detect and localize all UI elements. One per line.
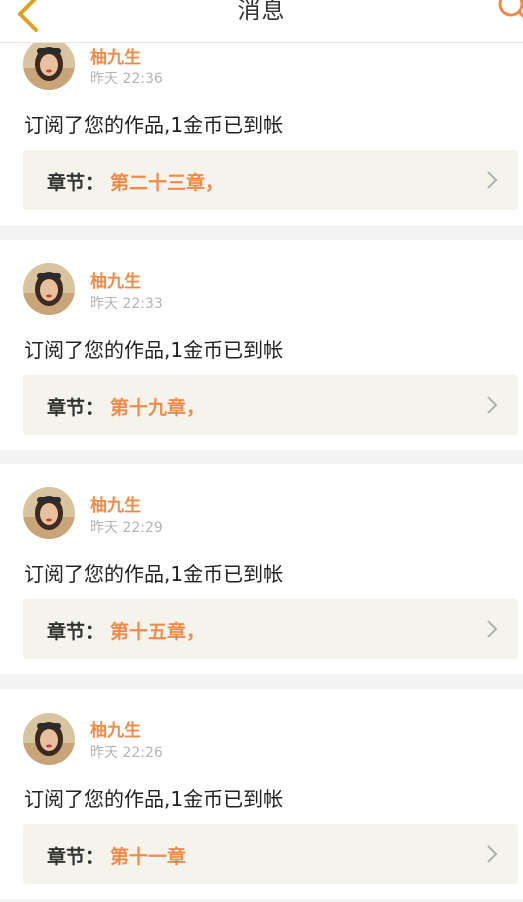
- chapter-label: 章节：: [47, 621, 105, 643]
- chapter-link[interactable]: 章节： 第二十三章，: [23, 150, 518, 210]
- chapter-link[interactable]: 章节： 第十九章，: [23, 375, 518, 435]
- avatar-image: [23, 38, 75, 90]
- top-bar: 消息: [0, 0, 523, 43]
- chapter-label: 章节：: [47, 846, 105, 868]
- chapter-label: 章节：: [47, 172, 105, 194]
- chevron-right-icon: [487, 845, 498, 863]
- search-icon: [498, 0, 523, 19]
- timestamp: 昨天 22:29: [90, 520, 163, 536]
- chevron-right-icon: [487, 620, 498, 638]
- message-text: 订阅了您的作品,1金币已到帐: [24, 113, 284, 137]
- sender-name[interactable]: 柚九生: [90, 716, 141, 741]
- avatar[interactable]: [23, 38, 75, 90]
- sender-name[interactable]: 柚九生: [90, 267, 141, 292]
- message-text: 订阅了您的作品,1金币已到帐: [24, 787, 284, 811]
- chevron-right-icon: [487, 171, 498, 189]
- search-button[interactable]: [495, 0, 523, 24]
- chapter-link[interactable]: 章节： 第十五章，: [23, 599, 518, 659]
- notification-card: 柚九生 昨天 22:26 订阅了您的作品,1金币已到帐 章节： 第十一章: [0, 689, 523, 899]
- avatar-image: [23, 487, 75, 539]
- chevron-right-icon: [487, 396, 498, 414]
- notification-card: 柚九生 昨天 22:29 订阅了您的作品,1金币已到帐 章节： 第十五章，: [0, 464, 523, 674]
- chapter-value: 第十五章，: [110, 621, 206, 643]
- notification-card: 柚九生 昨天 22:36 订阅了您的作品,1金币已到帐 章节： 第二十三章，: [0, 15, 523, 225]
- timestamp: 昨天 22:33: [90, 296, 163, 312]
- timestamp: 昨天 22:26: [90, 745, 163, 761]
- avatar-image: [23, 713, 75, 765]
- chapter-link[interactable]: 章节： 第十一章: [23, 824, 518, 884]
- chapter-value: 第十一章: [110, 846, 187, 868]
- timestamp: 昨天 22:36: [90, 71, 163, 87]
- message-text: 订阅了您的作品,1金币已到帐: [24, 338, 284, 362]
- chapter-value: 第二十三章，: [110, 172, 225, 194]
- avatar-image: [23, 263, 75, 315]
- chapter-label: 章节：: [47, 397, 105, 419]
- sender-name[interactable]: 柚九生: [90, 43, 141, 68]
- page-title: 消息: [237, 0, 286, 24]
- notification-card: 柚九生 昨天 22:33 订阅了您的作品,1金币已到帐 章节： 第十九章，: [0, 240, 523, 450]
- sender-name[interactable]: 柚九生: [90, 491, 141, 516]
- avatar[interactable]: [23, 263, 75, 315]
- messages-page: 消息 柚九生 昨天 22:36 订阅了您的作品,1金币已到帐 章节： 第二十三章…: [0, 0, 523, 902]
- avatar[interactable]: [23, 713, 75, 765]
- avatar[interactable]: [23, 487, 75, 539]
- chapter-value: 第十九章，: [110, 397, 206, 419]
- message-text: 订阅了您的作品,1金币已到帐: [24, 562, 284, 586]
